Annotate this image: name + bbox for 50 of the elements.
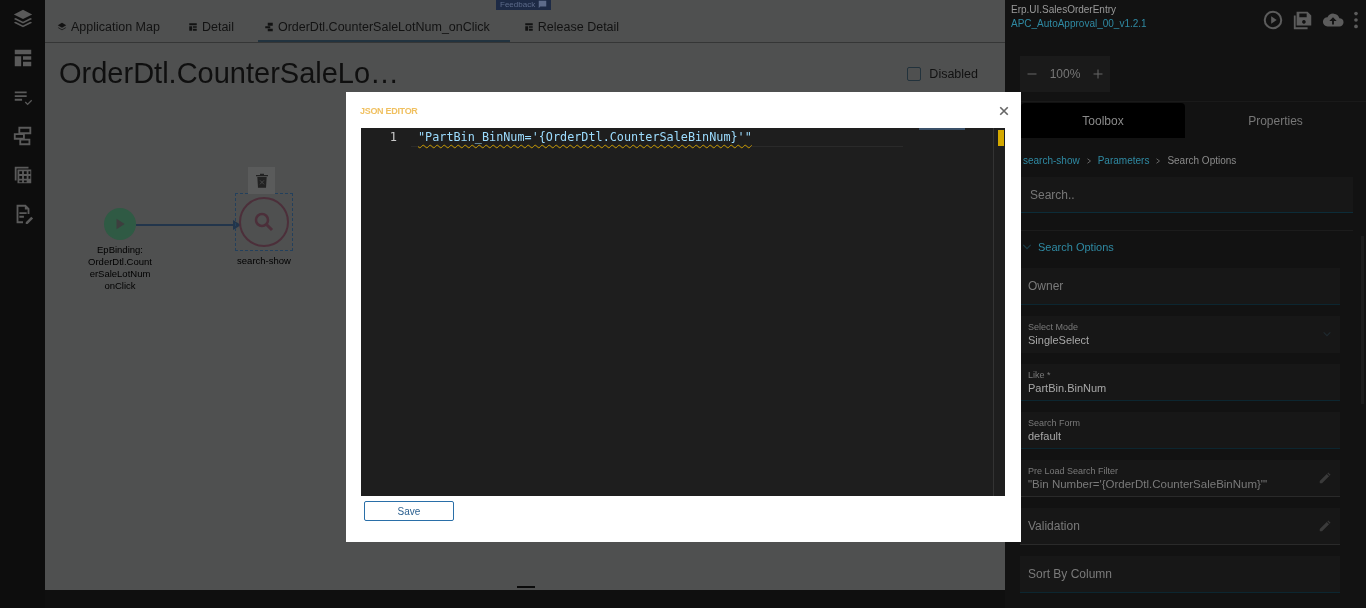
flow-icon: [263, 22, 274, 32]
pencil-icon: [1318, 519, 1332, 533]
close-icon: [999, 105, 1009, 116]
close-button[interactable]: [999, 105, 1009, 116]
chat-bubble-icon: [538, 0, 548, 9]
layer-link[interactable]: APC_AutoApproval_00_v1.2.1: [1011, 18, 1147, 29]
zoom-level: 100%: [1049, 67, 1081, 81]
node-label: EpBinding: OrderDtl.CounterSaleLotNum onClick: [87, 244, 153, 292]
checkbox-label: Disabled: [929, 66, 978, 81]
save-button[interactable]: Save: [364, 501, 454, 521]
chevron-right-icon: [1155, 157, 1162, 164]
page-title: OrderDtl.CounterSaleLo…: [59, 57, 400, 90]
table-icon: [187, 22, 198, 32]
search-icon: [252, 210, 276, 234]
trash-icon: [253, 172, 270, 189]
property-field[interactable]: Validation: [1020, 508, 1340, 545]
panel-tab[interactable]: Properties: [1185, 103, 1366, 138]
save-icon[interactable]: [1292, 9, 1314, 31]
property-field[interactable]: Owner: [1020, 268, 1340, 305]
breadcrumb-link[interactable]: search-show: [1023, 155, 1080, 166]
search-field[interactable]: Search..: [1020, 177, 1353, 213]
delete-button[interactable]: [248, 167, 275, 194]
scroll-marker: [998, 130, 1004, 146]
start-node[interactable]: [104, 208, 136, 240]
modal-title: JSON EDITOR: [360, 105, 418, 116]
code-line: "PartBin_BinNum='{OrderDtl.CounterSaleBinNum}'": [411, 130, 903, 147]
plus-icon: [1092, 68, 1105, 80]
minimap-line: [919, 128, 965, 130]
property-field[interactable]: Pre Load Search Filter "Bin Number='{OrderDtl.CounterSaleBinNum}'": [1020, 460, 1340, 497]
zoom-in-button[interactable]: [1092, 68, 1105, 80]
layers-icon[interactable]: [11, 8, 34, 30]
table-icon: [523, 22, 534, 32]
run-icon[interactable]: [1262, 9, 1284, 31]
breadcrumb-link[interactable]: Parameters: [1097, 155, 1150, 166]
more-icon[interactable]: [1352, 9, 1360, 31]
breadcrumb-current: Search Options: [1167, 155, 1237, 166]
chevron-right-icon: [1085, 157, 1092, 164]
property-field[interactable]: Select Mode SingleSelect: [1020, 316, 1340, 353]
property-field[interactable]: Like * PartBin.BinNum: [1020, 364, 1340, 401]
property-field[interactable]: Search Form default: [1020, 412, 1340, 449]
line-number: 1: [388, 131, 398, 144]
node-label: search-show: [236, 255, 292, 267]
app-name: Erp.UI.SalesOrderEntry: [1011, 4, 1118, 15]
flow-icon[interactable]: [11, 125, 34, 147]
pencil-icon: [1318, 471, 1332, 485]
section-header[interactable]: Search Options: [1022, 241, 1366, 253]
panel-tab[interactable]: Toolbox: [1021, 103, 1185, 138]
code-editor[interactable]: 1 "PartBin_BinNum='{OrderDtl.CounterSaleBinNum}'": [361, 128, 1005, 496]
property-field[interactable]: Sort By Column: [1020, 556, 1340, 593]
layers-icon: [57, 22, 67, 32]
